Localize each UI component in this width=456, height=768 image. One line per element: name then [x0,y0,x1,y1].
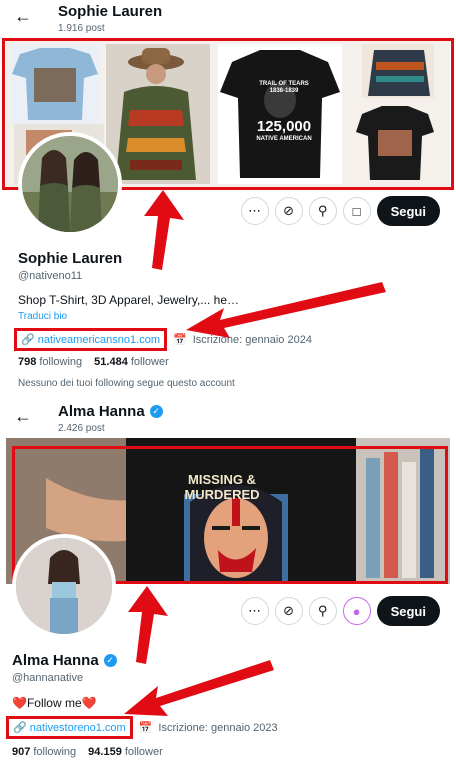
profile-actions: ⋯ ⊘ ⚲ □ Segui [240,196,440,226]
avatar[interactable] [18,132,122,236]
followers-label: follower [130,356,169,368]
website-link[interactable]: 🔗 nativeamericansno1.com [14,328,167,351]
website-link-text: nativestoreno1.com [29,721,126,734]
verified-icon: ✓ [149,405,163,418]
more-icon[interactable]: ⋯ [240,197,269,225]
header-name: Sophie Lauren [58,3,163,20]
red-arrow-to-banner [144,190,184,270]
profile-stats: 907 following 94.159 follower [12,746,163,758]
calendar-icon: 📅 [138,722,153,734]
followers-count: 94.159 [88,746,122,758]
search-icon[interactable]: ⚲ [308,597,337,625]
profile-panel-sophie: ← Sophie Lauren 1.916 post TRAIL OF TEAR… [0,0,456,398]
header-name: Alma Hanna ✓ [58,403,163,420]
followers-label: follower [124,746,163,758]
avatar-image [22,136,118,232]
search-icon[interactable]: ⚲ [308,197,337,225]
profile-bio: Shop T-Shirt, 3D Apparel, Jewelry,... he… [18,293,239,307]
mute-icon[interactable]: ⊘ [274,197,303,225]
more-icon[interactable]: ⋯ [240,597,269,625]
profile-header: ← Alma Hanna ✓ 2.426 post [0,400,456,442]
following-count: 907 [12,746,31,758]
shop-icon[interactable]: □ [342,197,371,225]
followers-stat[interactable]: 51.484 follower [94,356,169,368]
profile-name: Alma Hanna ✓ [12,652,117,669]
back-arrow-icon[interactable]: ← [14,6,32,27]
header-post-count: 2.426 post [58,423,105,434]
profile-meta: 🔗 nativestoreno1.com 📅 Iscrizione: genna… [6,716,278,739]
profile-handle: @nativeno11 [18,270,83,282]
following-label: following [39,356,83,368]
following-stat[interactable]: 798 following [18,356,82,368]
following-stat[interactable]: 907 following [12,746,76,758]
followers-you-know-note: Nessuno dei tuoi following segue questo … [18,378,235,389]
mute-icon[interactable]: ⊘ [274,597,303,625]
following-count: 798 [18,356,37,368]
profile-handle: @hannanative [12,672,84,684]
banner-shirt-line1: TRAIL OF TEARS [259,81,309,87]
profile-name-text: Alma Hanna [12,652,99,669]
calendar-icon: 📅 [173,334,187,346]
header-post-count: 1.916 post [58,23,105,34]
header-name-text: Alma Hanna [58,403,145,420]
profile-stats: 798 following 51.484 follower [18,356,169,368]
website-link-text: nativeamericansno1.com [37,333,160,346]
banner-shirt-line4: NATIVE AMERICAN [256,136,312,142]
profile-name-text: Sophie Lauren [18,250,123,267]
red-arrow-to-website [124,660,274,716]
verified-icon: ✓ [103,654,117,667]
followers-count: 51.484 [94,356,128,368]
link-icon: 🔗 [13,722,27,734]
profile-bio: ❤️Follow me❤️ [12,696,97,710]
profile-actions: ⋯ ⊘ ⚲ ● Segui [240,596,440,626]
join-date: Iscrizione: gennaio 2024 [192,333,312,346]
join-date: Iscrizione: gennaio 2023 [158,721,278,734]
avatar[interactable] [12,534,116,638]
follow-button[interactable]: Segui [376,596,440,626]
link-icon: 🔗 [21,334,35,346]
banner-shirt-line3: 125,000 [256,118,312,135]
back-arrow-icon[interactable]: ← [14,406,32,427]
followers-stat[interactable]: 94.159 follower [88,746,163,758]
profile-header: ← Sophie Lauren 1.916 post [0,0,456,42]
follow-button[interactable]: Segui [376,196,440,226]
subscribe-icon[interactable]: ● [342,597,371,625]
profile-panel-alma: ← Alma Hanna ✓ 2.426 post MISSING & MURD… [0,400,456,768]
red-arrow-to-banner [128,586,168,664]
banner-shirt-text: MISSING & MURDERED [184,472,260,502]
following-label: following [33,746,77,758]
avatar-image [16,538,112,634]
website-link[interactable]: 🔗 nativestoreno1.com [6,716,133,739]
profile-name: Sophie Lauren [18,250,122,267]
translate-bio-link[interactable]: Traduci bio [18,311,67,322]
profile-meta: 🔗 nativeamericansno1.com 📅 Iscrizione: g… [14,328,312,351]
banner-shirt-line2: 1838-1839 [269,88,299,94]
